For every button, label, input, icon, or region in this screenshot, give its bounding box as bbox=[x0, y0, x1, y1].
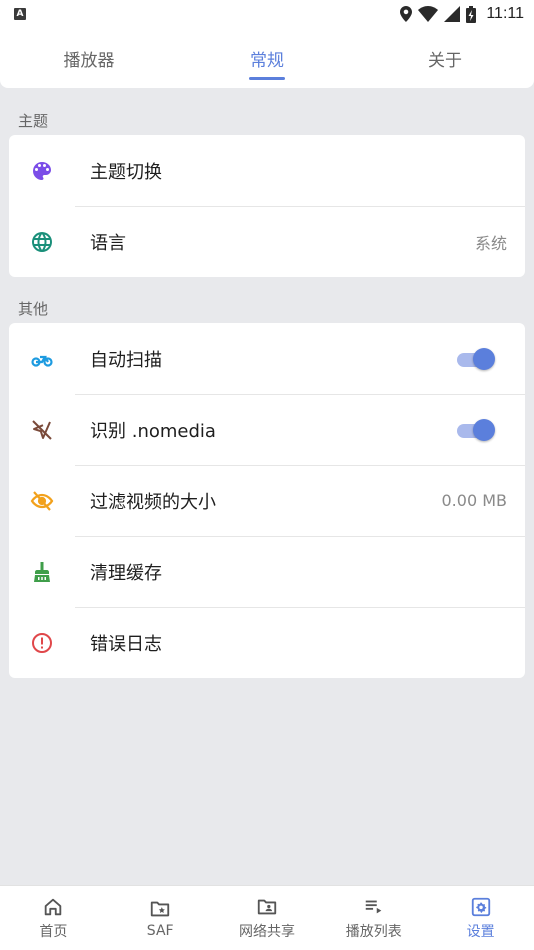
nav-label: 播放列表 bbox=[345, 923, 402, 940]
other-settings-card: 自动扫描 识别 .nomedia 过滤视频的大小 0.00 MB 清理缓存 错误… bbox=[9, 323, 525, 678]
status-bar: A 11:11 bbox=[0, 0, 534, 28]
nav-settings[interactable]: 设置 bbox=[427, 886, 534, 950]
auto-scan-toggle[interactable] bbox=[455, 345, 497, 373]
setting-row-clear-cache[interactable]: 清理缓存 bbox=[9, 536, 525, 607]
section-label-theme: 主题 bbox=[18, 112, 49, 130]
home-icon bbox=[45, 898, 62, 915]
setting-label: 清理缓存 bbox=[90, 562, 162, 584]
playlist-icon bbox=[365, 900, 382, 913]
setting-row-nomedia[interactable]: 识别 .nomedia bbox=[9, 394, 525, 465]
tab-about-label: 关于 bbox=[428, 50, 462, 71]
section-label-other: 其他 bbox=[18, 300, 49, 318]
status-time: 11:11 bbox=[486, 5, 524, 22]
setting-label: 自动扫描 bbox=[90, 349, 162, 371]
tab-general-label: 常规 bbox=[250, 50, 284, 71]
setting-row-language[interactable]: 语言 系统 bbox=[9, 206, 525, 277]
settings-icon bbox=[471, 897, 490, 916]
nav-home[interactable]: 首页 bbox=[0, 886, 107, 950]
nav-saf[interactable]: SAF bbox=[107, 886, 214, 950]
nav-playlist[interactable]: 播放列表 bbox=[320, 886, 427, 950]
nav-label: 设置 bbox=[466, 923, 495, 940]
setting-label: 语言 bbox=[90, 232, 126, 254]
broom-icon bbox=[9, 560, 75, 584]
nomedia-toggle[interactable] bbox=[455, 416, 497, 444]
setting-label: 过滤视频的大小 bbox=[90, 491, 216, 513]
error-icon bbox=[9, 631, 75, 655]
tab-about[interactable]: 关于 bbox=[356, 28, 534, 88]
top-tab-bar: 播放器 常规 关于 bbox=[0, 28, 534, 88]
tab-player-label: 播放器 bbox=[63, 50, 115, 71]
nav-label: 首页 bbox=[39, 923, 68, 940]
signal-icon bbox=[444, 6, 461, 22]
folder-star-icon bbox=[151, 901, 170, 916]
setting-value: 系统 bbox=[474, 233, 507, 253]
palette-icon bbox=[9, 159, 75, 183]
nav-label: 网络共享 bbox=[238, 923, 295, 940]
theme-settings-card: 主题切换 语言 系统 bbox=[9, 135, 525, 277]
nav-label: SAF bbox=[146, 922, 174, 939]
setting-row-theme-switch[interactable]: 主题切换 bbox=[9, 135, 525, 206]
nav-network-share[interactable]: 网络共享 bbox=[214, 886, 321, 950]
tab-player[interactable]: 播放器 bbox=[0, 28, 178, 88]
battery-charging-icon bbox=[466, 5, 477, 23]
folder-shared-icon bbox=[257, 899, 277, 914]
globe-icon bbox=[9, 230, 75, 254]
setting-label: 主题切换 bbox=[90, 161, 162, 183]
visibility-off-icon bbox=[9, 489, 75, 513]
setting-row-auto-scan[interactable]: 自动扫描 bbox=[9, 323, 525, 394]
bottom-navigation: 首页 SAF 网络共享 播放列表 设置 bbox=[0, 885, 534, 950]
setting-label: 错误日志 bbox=[90, 633, 162, 655]
location-icon bbox=[400, 6, 413, 22]
setting-row-error-log[interactable]: 错误日志 bbox=[9, 607, 525, 678]
bike-icon bbox=[9, 347, 75, 371]
notification-icon: A bbox=[14, 8, 26, 20]
setting-value: 0.00 MB bbox=[441, 491, 508, 510]
tab-general[interactable]: 常规 bbox=[178, 28, 356, 88]
location-off-icon bbox=[9, 418, 75, 442]
wifi-icon bbox=[418, 6, 439, 22]
setting-row-filter-video-size[interactable]: 过滤视频的大小 0.00 MB bbox=[9, 465, 525, 536]
setting-label: 识别 .nomedia bbox=[90, 420, 216, 442]
